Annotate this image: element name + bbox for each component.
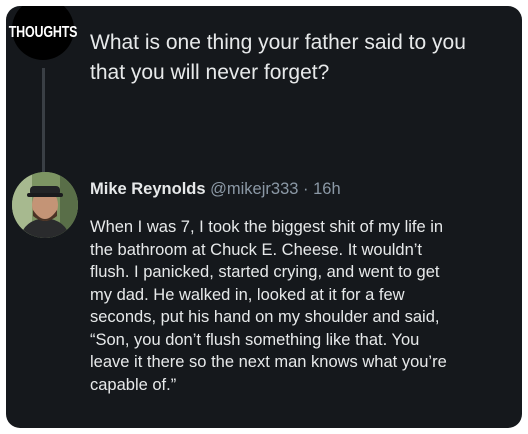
question-tweet-text: What is one thing your father said to yo… — [90, 28, 515, 88]
thoughts-avatar[interactable]: THOUGHTS — [9, 6, 77, 60]
author-name[interactable]: Mike Reynolds — [90, 180, 206, 198]
reply-tweet-text: When I was 7, I took the biggest shit of… — [90, 216, 515, 396]
reply-line: When I was 7, I took the biggest shit of… — [90, 218, 444, 236]
reply-line: my dad. He walked in, looked at it for a… — [90, 285, 405, 304]
tweet-thread-card: THOUGHTS What is one thing your father s… — [6, 6, 522, 428]
question-line: that you will never forget? — [90, 61, 330, 84]
reply-line: flush. I panicked, started crying, and w… — [90, 263, 440, 281]
user-avatar[interactable] — [12, 172, 78, 238]
timestamp[interactable]: 16h — [313, 180, 341, 198]
author-handle[interactable]: @mikejr333 — [210, 180, 298, 198]
reply-line: leave it there so the next man knows wha… — [90, 353, 447, 371]
meta-separator: · — [303, 180, 309, 198]
question-line: What is one thing your father said to yo… — [90, 31, 466, 54]
reply-line: “Son, you don’t flush something like tha… — [90, 330, 420, 349]
thread-connector-line — [42, 68, 45, 172]
reply-author-line: Mike Reynolds @mikejr333 · 16h — [90, 178, 341, 200]
reply-line: capable of.” — [90, 375, 177, 394]
thoughts-avatar-label: THOUGHTS — [8, 23, 78, 41]
reply-line: seconds, put his hand on my shoulder and… — [90, 308, 440, 326]
reply-line: the bathroom at Chuck E. Cheese. It woul… — [90, 240, 423, 259]
user-avatar-image — [12, 172, 78, 238]
